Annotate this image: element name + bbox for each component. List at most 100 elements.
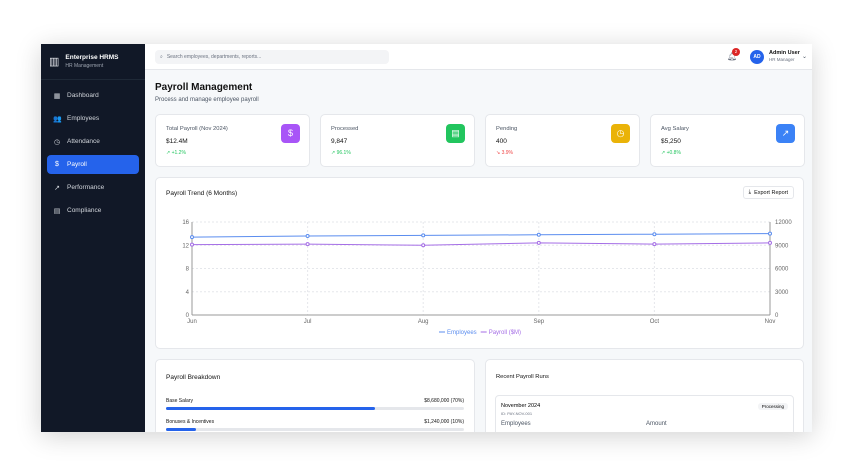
avatar[interactable]: AD xyxy=(750,50,764,64)
right-tick-label: 9000 xyxy=(775,243,789,249)
data-point xyxy=(768,240,772,245)
data-point xyxy=(305,242,310,247)
run-id: ID: PAY-NOV-001 xyxy=(501,411,533,416)
stat-value: $5,250 xyxy=(661,138,681,145)
sidebar-item-payroll[interactable]: $ Payroll xyxy=(47,155,139,174)
stat-change: ↘ 3.9% xyxy=(496,150,513,156)
main-content: Payroll Management Process and manage em… xyxy=(145,70,812,432)
stat-label: Processed xyxy=(331,126,359,132)
payroll-run-item[interactable]: November 2024 ID: PAY-NOV-001 Processing… xyxy=(495,395,794,432)
x-tick-label: Oct xyxy=(650,319,660,325)
grid-icon: ▦ xyxy=(53,92,61,100)
brand: ▥ Enterprise HRMS HR Management xyxy=(41,44,145,80)
clock-icon: ◷ xyxy=(611,124,630,143)
breakdown-row: Base Salary $8,680,000 (70%) xyxy=(166,398,464,410)
sidebar-item-label: Dashboard xyxy=(67,92,99,99)
sidebar-item-employees[interactable]: 👥 Employees xyxy=(47,109,139,128)
left-tick-label: 12 xyxy=(182,243,189,249)
x-tick-label: Nov xyxy=(765,319,776,325)
breakdown-amount: $8,680,000 (70%) xyxy=(424,398,464,404)
page-title: Payroll Management xyxy=(155,82,253,93)
x-tick-label: Jun xyxy=(187,319,197,325)
building-icon: ▥ xyxy=(49,56,60,68)
series-line-0 xyxy=(191,233,771,238)
run-amount-label: Amount xyxy=(646,421,667,427)
stat-label: Avg Salary xyxy=(661,126,689,132)
stat-value: 9,847 xyxy=(331,138,348,145)
legend-entry[interactable]: Payroll ($M) xyxy=(489,330,521,336)
stat-card: Pending 400 ↘ 3.9% ◷ xyxy=(485,114,640,167)
app-window: ▥ Enterprise HRMS HR Management ▦ Dashboar… xyxy=(41,44,812,432)
legend-entry[interactable]: Employees xyxy=(447,330,477,336)
breakdown-label: Base Salary xyxy=(166,398,193,404)
stat-card: Processed 9,847 ↗ 96.1% ▤ xyxy=(320,114,475,167)
runs-title: Recent Payroll Runs xyxy=(496,374,549,380)
right-tick-label: 6000 xyxy=(775,267,789,273)
stat-value: 400 xyxy=(496,138,507,145)
data-point xyxy=(190,242,194,247)
chevron-down-icon[interactable]: ⌄ xyxy=(802,53,807,60)
document-icon: ▤ xyxy=(446,124,465,143)
stat-change-value: 3.9% xyxy=(501,150,513,156)
document-icon: ▤ xyxy=(53,207,61,215)
sidebar-item-dashboard[interactable]: ▦ Dashboard xyxy=(47,86,139,105)
trending-up-icon: ↗ xyxy=(331,150,336,156)
search-icon: ⌕ xyxy=(160,54,163,60)
breakdown-title: Payroll Breakdown xyxy=(166,374,221,381)
sidebar-item-compliance[interactable]: ▤ Compliance xyxy=(47,201,139,220)
right-tick-label: 3000 xyxy=(775,290,789,296)
trending-up-icon: ↗ xyxy=(661,150,666,156)
sidebar-item-label: Employees xyxy=(67,115,100,122)
app-title: Enterprise HRMS xyxy=(65,54,119,61)
page-subtitle: Process and manage employee payroll xyxy=(155,97,259,103)
dollar-icon: $ xyxy=(281,124,300,143)
stat-label: Pending xyxy=(496,126,518,132)
sidebar-item-label: Compliance xyxy=(67,207,102,214)
sidebar-item-attendance[interactable]: ◷ Attendance xyxy=(47,132,139,151)
stat-card: Avg Salary $5,250 ↗ +0.8% ↗ xyxy=(650,114,805,167)
trending-up-icon: ↗ xyxy=(166,150,171,156)
recent-payroll-runs-card: Recent Payroll Runs November 2024 ID: PA… xyxy=(485,359,804,432)
user-role: HR Manager xyxy=(769,57,795,62)
progress-fill xyxy=(166,428,196,431)
app-subtitle: HR Management xyxy=(65,63,104,69)
user-name: Admin User xyxy=(769,50,800,56)
top-bar: ⌕ Search employees, departments, reports.… xyxy=(145,44,812,70)
data-point xyxy=(652,242,657,247)
status-badge: Processing xyxy=(757,403,788,410)
trending-down-icon: ↘ xyxy=(496,150,501,156)
stat-change-value: +0.8% xyxy=(666,150,681,156)
sidebar-item-label: Performance xyxy=(67,184,105,191)
progress-fill xyxy=(166,407,375,410)
left-tick-label: 16 xyxy=(182,220,189,226)
trending-up-icon: ↗ xyxy=(776,124,795,143)
stat-value: $12.4M xyxy=(166,138,188,145)
data-point xyxy=(421,233,426,238)
stat-change: ↗ +1.2% xyxy=(166,150,186,156)
data-point xyxy=(536,240,541,245)
payroll-breakdown-card: Payroll Breakdown Base Salary $8,680,000 … xyxy=(155,359,475,432)
data-point xyxy=(305,233,310,238)
sidebar-item-label: Attendance xyxy=(67,138,100,145)
stat-change: ↗ +0.8% xyxy=(661,150,681,156)
progress-bar xyxy=(166,407,464,410)
data-point xyxy=(190,235,194,240)
notification-badge: 2 xyxy=(732,48,740,56)
progress-bar xyxy=(166,428,464,431)
search-placeholder: Search employees, departments, reports..… xyxy=(166,54,262,60)
breakdown-row: Bonuses & Incentives $1,240,000 (10%) xyxy=(166,419,464,431)
breakdown-amount: $1,240,000 (10%) xyxy=(424,419,464,425)
user-menu[interactable]: Admin User HR Manager xyxy=(769,50,800,62)
sidebar-item-label: Payroll xyxy=(67,161,87,168)
search-input[interactable]: ⌕ Search employees, departments, reports.… xyxy=(155,50,389,64)
right-tick-label: 12000 xyxy=(775,220,792,226)
payroll-trend-chart: Jun Jul Aug Sep Oct Nov0481216030006000900012… xyxy=(182,220,792,336)
sidebar: ▥ Enterprise HRMS HR Management ▦ Dashboar… xyxy=(41,44,145,432)
stat-change-value: +1.2% xyxy=(171,150,186,156)
x-tick-label: Jul xyxy=(304,319,312,325)
trending-up-icon: ↗ xyxy=(54,184,60,192)
stat-change-value: 96.1% xyxy=(336,150,351,156)
breakdown-label: Bonuses & Incentives xyxy=(166,419,215,425)
sidebar-item-performance[interactable]: ↗ Performance xyxy=(47,178,139,197)
stat-card: Total Payroll (Nov 2024) $12.4M ↗ +1.2% … xyxy=(155,114,310,167)
